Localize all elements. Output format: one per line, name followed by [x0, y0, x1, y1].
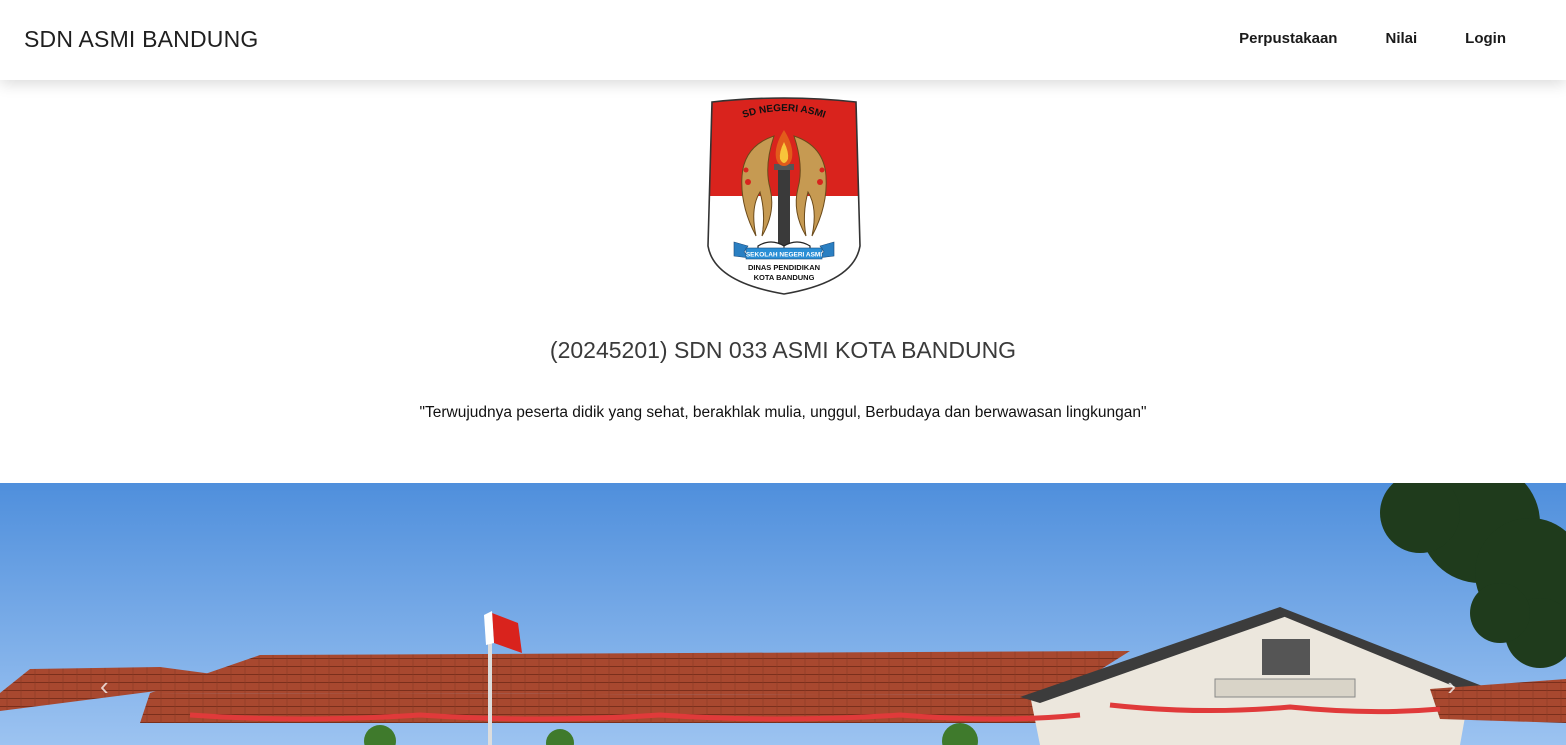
carousel-next-button[interactable]: › — [1447, 671, 1456, 702]
navbar: SDN ASMI BANDUNG Perpustakaan Nilai Logi… — [0, 0, 1566, 80]
school-title: (20245201) SDN 033 ASMI KOTA BANDUNG — [549, 337, 1017, 363]
nav-link-login[interactable]: Login — [1465, 30, 1506, 47]
school-logo: SD NEGERI ASMI SEKOLAH NEGERI ASMI DINAS… — [704, 96, 864, 298]
chevron-right-icon: › — [1447, 671, 1456, 701]
nav-link-nilai[interactable]: Nilai — [1385, 30, 1417, 47]
nav-link-perpustakaan[interactable]: Perpustakaan — [1239, 30, 1337, 47]
nav-links: Perpustakaan Nilai Login — [1239, 30, 1506, 47]
logo-ribbon-text: SEKOLAH NEGERI ASMI — [746, 252, 823, 259]
school-building-photo — [0, 483, 1566, 745]
school-motto: "Terwujudnya peserta didik yang sehat, b… — [419, 404, 1147, 421]
photo-carousel[interactable]: ‹ › — [0, 483, 1566, 745]
brand-link[interactable]: SDN ASMI BANDUNG — [24, 26, 259, 53]
logo-line1: DINAS PENDIDIKAN — [748, 263, 820, 272]
logo-line2: KOTA BANDUNG — [754, 273, 815, 282]
carousel-prev-button[interactable]: ‹ — [100, 671, 109, 702]
chevron-left-icon: ‹ — [100, 671, 109, 701]
